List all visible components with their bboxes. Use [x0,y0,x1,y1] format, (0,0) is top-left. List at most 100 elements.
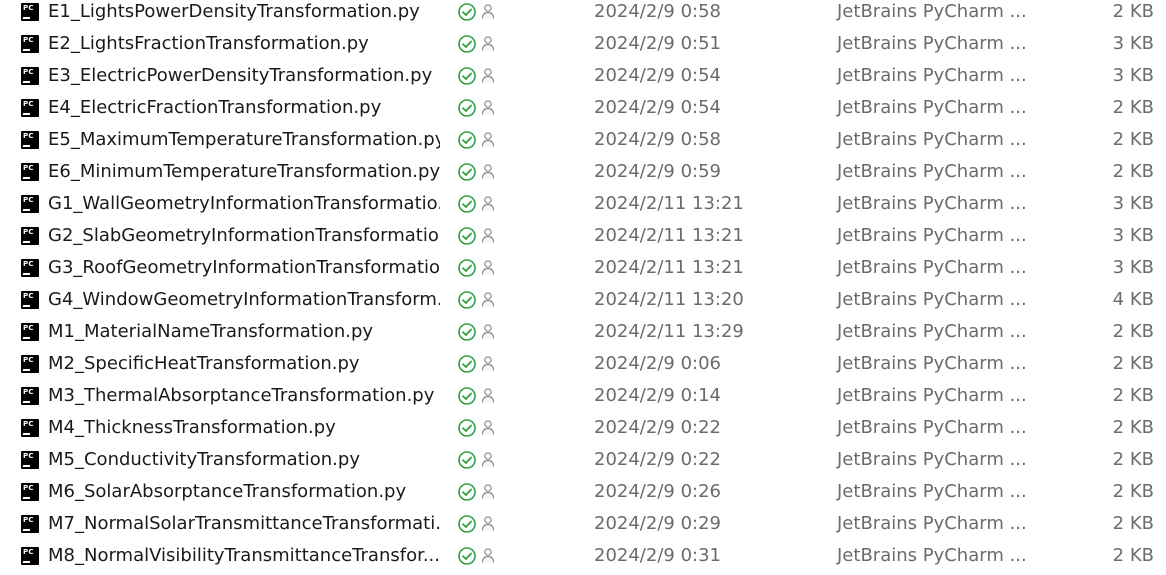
synced-check-icon [458,163,476,181]
pycharm-file-icon: PC [19,481,41,503]
file-date: 2024/2/9 0:58 [594,1,721,22]
file-type: JetBrains PyCharm ... [837,545,1027,566]
pycharm-file-icon: PC [19,385,41,407]
file-row[interactable]: PC M4_ThicknessTransformation.py 2024/2/… [0,412,1166,444]
synced-check-icon [458,483,476,501]
pycharm-file-icon: PC [19,353,41,375]
file-name[interactable]: E3_ElectricPowerDensityTransformation.py [48,64,440,88]
file-row[interactable]: PC E2_LightsFractionTransformation.py 20… [0,28,1166,60]
file-name[interactable]: M2_SpecificHeatTransformation.py [48,352,440,376]
file-date: 2024/2/9 0:26 [594,481,721,502]
file-name[interactable]: G3_RoofGeometryInformationTransformatio.… [48,256,440,280]
pycharm-file-icon: PC [19,33,41,55]
file-size: 2 KB [1112,417,1154,438]
file-size: 3 KB [1112,65,1154,86]
file-row[interactable]: PC M2_SpecificHeatTransformation.py 2024… [0,348,1166,380]
file-row[interactable]: PC E6_MinimumTemperatureTransformation.p… [0,156,1166,188]
file-size: 2 KB [1112,321,1154,342]
file-type: JetBrains PyCharm ... [837,321,1027,342]
file-row[interactable]: PC G4_WindowGeometryInformationTransform… [0,284,1166,316]
person-icon [481,516,495,531]
file-name[interactable]: G2_SlabGeometryInformationTransformatio.… [48,224,440,248]
file-row[interactable]: PC M5_ConductivityTransformation.py 2024… [0,444,1166,476]
file-row[interactable]: PC M1_MaterialNameTransformation.py 2024… [0,316,1166,348]
person-icon [481,100,495,115]
file-size: 2 KB [1112,129,1154,150]
synced-check-icon [458,131,476,149]
synced-check-icon [458,259,476,277]
synced-check-icon [458,227,476,245]
person-icon [481,548,495,563]
file-name[interactable]: M3_ThermalAbsorptanceTransformation.py [48,384,440,408]
file-name[interactable]: G1_WallGeometryInformationTransformatio.… [48,192,440,216]
pycharm-file-icon: PC [19,289,41,311]
file-type: JetBrains PyCharm ... [837,449,1027,470]
pycharm-file-icon: PC [19,257,41,279]
file-name[interactable]: E1_LightsPowerDensityTransformation.py [48,0,440,24]
synced-check-icon [458,35,476,53]
file-size: 2 KB [1112,449,1154,470]
person-icon [481,196,495,211]
file-type: JetBrains PyCharm ... [837,1,1027,22]
person-icon [481,484,495,499]
synced-check-icon [458,419,476,437]
file-name[interactable]: E2_LightsFractionTransformation.py [48,32,440,56]
file-name[interactable]: E5_MaximumTemperatureTransformation.py [48,128,440,152]
file-type: JetBrains PyCharm ... [837,33,1027,54]
file-name[interactable]: M4_ThicknessTransformation.py [48,416,440,440]
file-date: 2024/2/9 0:59 [594,161,721,182]
file-name[interactable]: E4_ElectricFractionTransformation.py [48,96,440,120]
file-name[interactable]: M8_NormalVisibilityTransmittanceTransfor… [48,544,440,568]
file-name[interactable]: G4_WindowGeometryInformationTransform... [48,288,440,312]
file-size: 3 KB [1112,225,1154,246]
file-date: 2024/2/9 0:51 [594,33,721,54]
file-row[interactable]: PC E5_MaximumTemperatureTransformation.p… [0,124,1166,156]
file-size: 3 KB [1112,257,1154,278]
person-icon [481,68,495,83]
file-name[interactable]: M1_MaterialNameTransformation.py [48,320,440,344]
file-row[interactable]: PC E4_ElectricFractionTransformation.py … [0,92,1166,124]
file-date: 2024/2/11 13:21 [594,193,744,214]
file-type: JetBrains PyCharm ... [837,289,1027,310]
pycharm-file-icon: PC [19,193,41,215]
person-icon [481,324,495,339]
file-row[interactable]: PC G3_RoofGeometryInformationTransformat… [0,252,1166,284]
file-date: 2024/2/11 13:29 [594,321,744,342]
file-type: JetBrains PyCharm ... [837,353,1027,374]
file-list: PC E1_LightsPowerDensityTransformation.p… [0,0,1166,572]
file-name[interactable]: M5_ConductivityTransformation.py [48,448,440,472]
file-row[interactable]: PC M7_NormalSolarTransmittanceTransforma… [0,508,1166,540]
file-row[interactable]: PC M6_SolarAbsorptanceTransformation.py … [0,476,1166,508]
file-type: JetBrains PyCharm ... [837,225,1027,246]
file-name[interactable]: M7_NormalSolarTransmittanceTransformati.… [48,512,440,536]
file-row[interactable]: PC E3_ElectricPowerDensityTransformation… [0,60,1166,92]
file-type: JetBrains PyCharm ... [837,129,1027,150]
file-size: 2 KB [1112,545,1154,566]
file-name[interactable]: E6_MinimumTemperatureTransformation.py [48,160,440,184]
file-size: 3 KB [1112,33,1154,54]
pycharm-file-icon: PC [19,1,41,23]
person-icon [481,132,495,147]
file-date: 2024/2/9 0:14 [594,385,721,406]
synced-check-icon [458,451,476,469]
person-icon [481,356,495,371]
person-icon [481,388,495,403]
synced-check-icon [458,387,476,405]
file-row[interactable]: PC M3_ThermalAbsorptanceTransformation.p… [0,380,1166,412]
file-type: JetBrains PyCharm ... [837,385,1027,406]
synced-check-icon [458,515,476,533]
synced-check-icon [458,355,476,373]
file-row[interactable]: PC M8_NormalVisibilityTransmittanceTrans… [0,540,1166,572]
pycharm-file-icon: PC [19,161,41,183]
file-name[interactable]: M6_SolarAbsorptanceTransformation.py [48,480,440,504]
synced-check-icon [458,3,476,21]
file-size: 2 KB [1112,385,1154,406]
file-date: 2024/2/11 13:20 [594,289,744,310]
person-icon [481,452,495,467]
file-size: 2 KB [1112,513,1154,534]
file-row[interactable]: PC G2_SlabGeometryInformationTransformat… [0,220,1166,252]
file-row[interactable]: PC G1_WallGeometryInformationTransformat… [0,188,1166,220]
file-type: JetBrains PyCharm ... [837,257,1027,278]
file-type: JetBrains PyCharm ... [837,65,1027,86]
file-row[interactable]: PC E1_LightsPowerDensityTransformation.p… [0,0,1166,28]
